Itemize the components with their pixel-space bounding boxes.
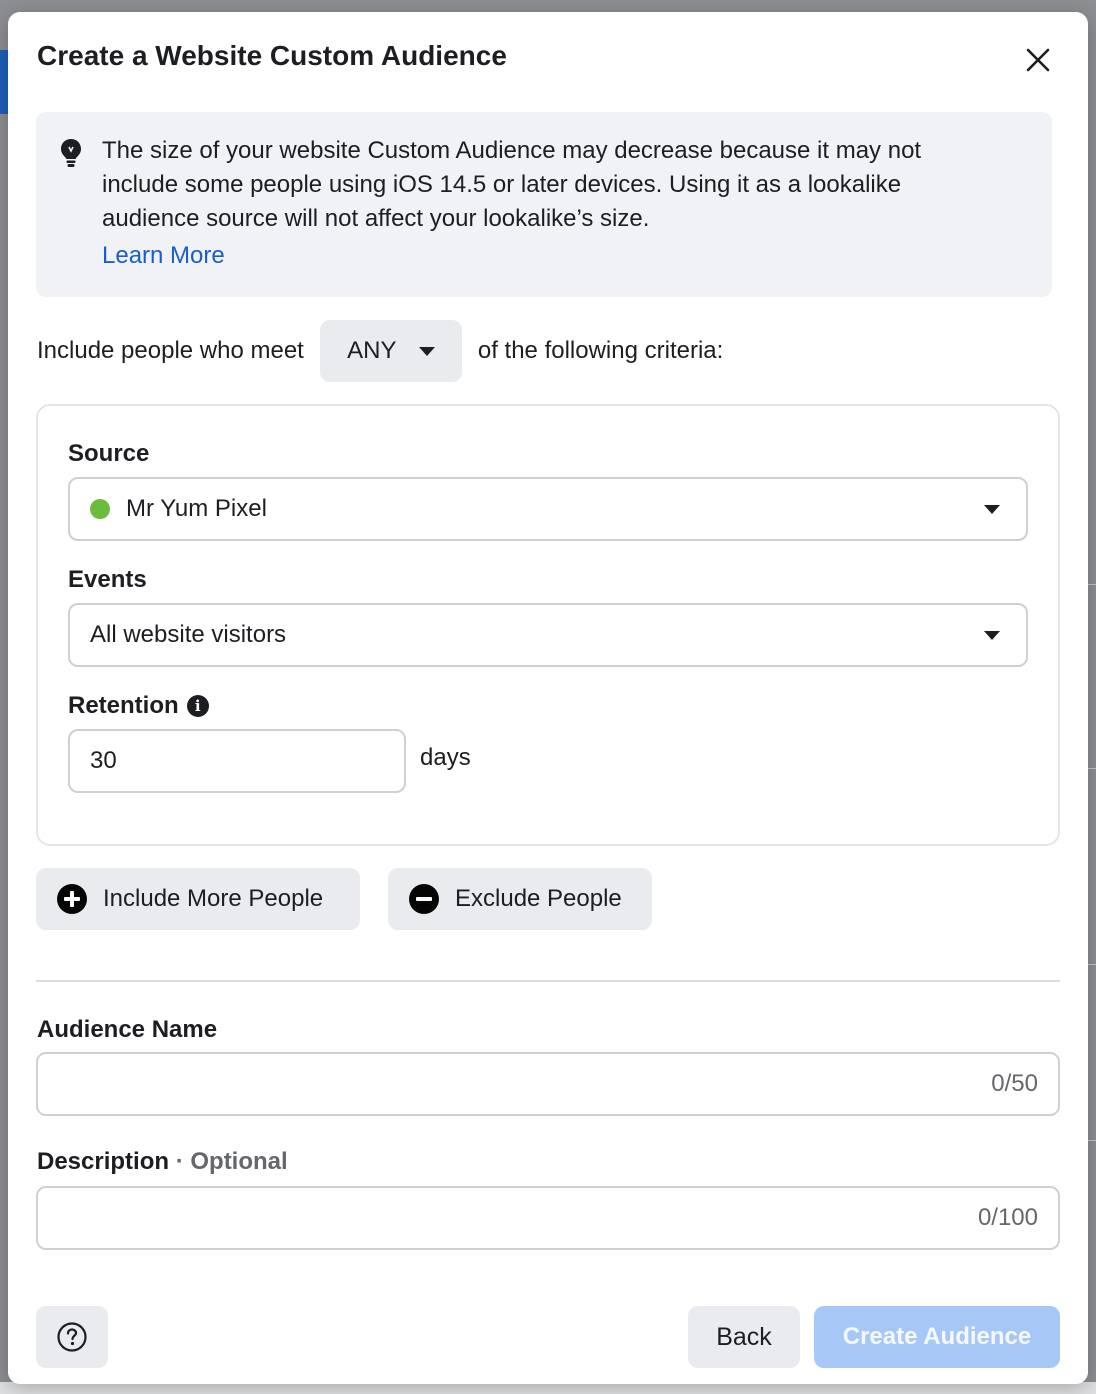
close-button[interactable] bbox=[1018, 40, 1058, 80]
events-label: Events bbox=[68, 566, 147, 593]
criteria-suffix: of the following criteria: bbox=[477, 337, 724, 364]
pixel-status-dot-icon bbox=[90, 499, 110, 519]
optional-tag: · Optional bbox=[175, 1148, 288, 1175]
criteria-prefix: Include people who meet bbox=[37, 337, 304, 364]
exclude-people-button[interactable]: Exclude People bbox=[388, 868, 652, 930]
criteria-row: Include people who meet ANY of the follo… bbox=[37, 320, 723, 382]
back-button[interactable]: Back bbox=[688, 1306, 800, 1368]
audience-name-label: Audience Name bbox=[37, 1016, 218, 1043]
dialog-title: Create a Website Custom Audience bbox=[37, 40, 507, 71]
section-divider bbox=[36, 980, 1060, 982]
background-divider bbox=[1088, 1140, 1096, 1141]
info-icon[interactable]: i bbox=[186, 695, 209, 717]
description-counter: 0/100 bbox=[977, 1204, 1038, 1231]
create-custom-audience-dialog: Create a Website Custom Audience The siz… bbox=[8, 12, 1088, 1384]
close-icon bbox=[1026, 48, 1050, 72]
help-icon bbox=[57, 1322, 87, 1352]
learn-more-link[interactable]: Learn More bbox=[102, 242, 225, 270]
background-divider bbox=[1088, 768, 1096, 769]
exclude-label: Exclude People bbox=[455, 885, 622, 912]
inclusion-rule-card: Source Mr Yum Pixel Events All website v… bbox=[36, 404, 1060, 846]
description-label-row: Description · Optional bbox=[37, 1148, 288, 1176]
events-value: All website visitors bbox=[90, 621, 287, 648]
plus-circle-icon bbox=[57, 884, 87, 914]
audience-name-input[interactable]: 0/50 bbox=[36, 1052, 1060, 1116]
retention-label: Retention bbox=[68, 692, 179, 719]
include-more-people-button[interactable]: Include More People bbox=[36, 868, 360, 930]
lightbulb-icon bbox=[61, 139, 81, 167]
include-more-label: Include More People bbox=[103, 885, 324, 912]
background-divider bbox=[1088, 584, 1096, 585]
retention-days-input[interactable]: 30 bbox=[68, 729, 406, 793]
notice-text: The size of your website Custom Audience… bbox=[102, 137, 922, 232]
retention-unit: days bbox=[420, 744, 471, 771]
events-dropdown[interactable]: All website visitors bbox=[68, 603, 1028, 667]
description-input[interactable]: 0/100 bbox=[36, 1186, 1060, 1250]
source-dropdown[interactable]: Mr Yum Pixel bbox=[68, 477, 1028, 541]
match-type-value: ANY bbox=[347, 337, 397, 364]
caret-down-icon bbox=[984, 505, 1000, 514]
caret-down-icon bbox=[984, 631, 1000, 640]
source-label: Source bbox=[68, 440, 150, 467]
caret-down-icon bbox=[418, 346, 435, 356]
background-divider bbox=[1088, 964, 1096, 965]
source-value: Mr Yum Pixel bbox=[126, 495, 267, 522]
retention-value: 30 bbox=[90, 747, 117, 774]
retention-label-row: Retention i bbox=[68, 692, 209, 720]
description-label: Description bbox=[37, 1148, 170, 1175]
audience-name-counter: 0/50 bbox=[991, 1070, 1038, 1097]
minus-circle-icon bbox=[409, 884, 439, 914]
ios-notice-banner: The size of your website Custom Audience… bbox=[36, 112, 1052, 297]
create-audience-button[interactable]: Create Audience bbox=[814, 1306, 1060, 1368]
help-button[interactable] bbox=[36, 1306, 108, 1368]
match-type-dropdown[interactable]: ANY bbox=[319, 320, 462, 382]
